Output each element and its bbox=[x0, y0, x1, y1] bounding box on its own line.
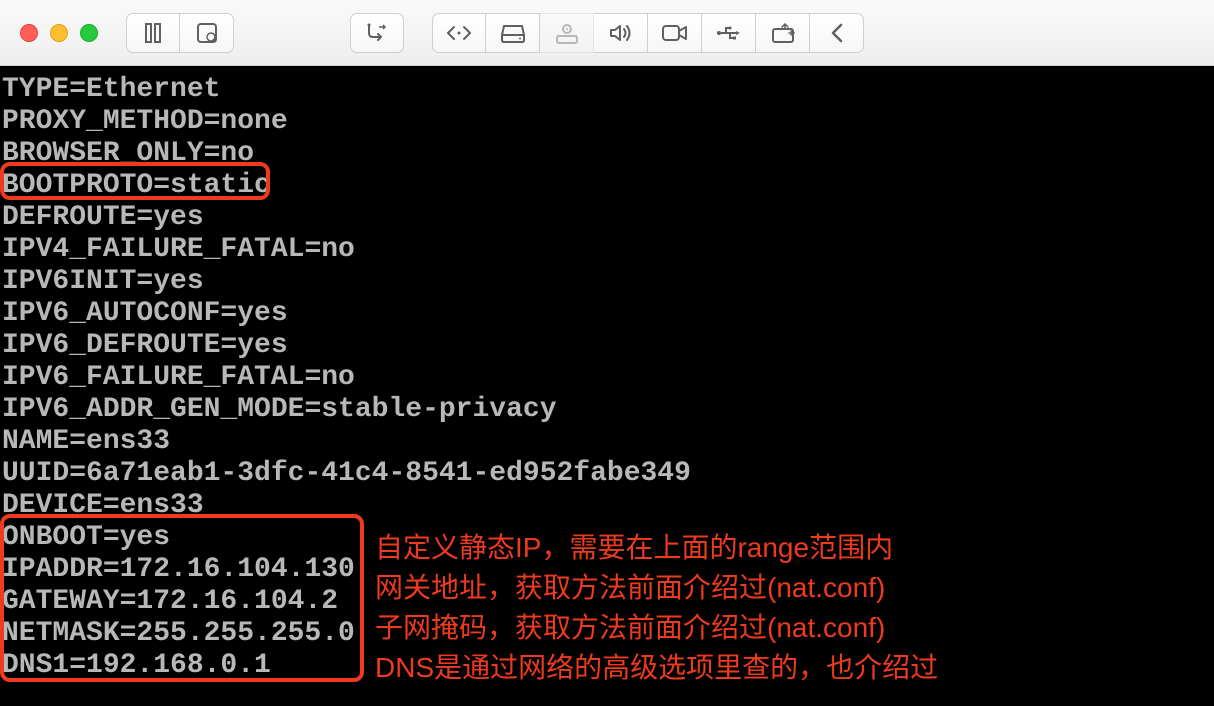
video-camera-button[interactable] bbox=[648, 13, 702, 53]
config-line: IPV6_FAILURE_FATAL=no bbox=[0, 362, 1214, 394]
config-line: DEFROUTE=yes bbox=[0, 202, 1214, 234]
settings-button[interactable] bbox=[350, 13, 404, 53]
maximize-window-button[interactable] bbox=[80, 24, 98, 42]
config-line: TYPE=Ethernet bbox=[0, 74, 1214, 106]
config-line: PROXY_METHOD=none bbox=[0, 106, 1214, 138]
annotation-dns: DNS是通过网络的高级选项里查的，也介绍过 bbox=[375, 648, 938, 688]
vm-controls-group bbox=[126, 13, 234, 53]
annotation-block: 自定义静态IP，需要在上面的range范围内 网关地址，获取方法前面介绍过(na… bbox=[375, 528, 938, 688]
share-button[interactable] bbox=[756, 13, 810, 53]
config-line-bootproto: BOOTPROTO=static bbox=[0, 170, 1214, 202]
config-line: IPV6_DEFROUTE=yes bbox=[0, 330, 1214, 362]
back-button[interactable] bbox=[810, 13, 864, 53]
config-line: UUID=6a71eab1-3dfc-41c4-8541-ed952fabe34… bbox=[0, 458, 1214, 490]
sound-button[interactable] bbox=[594, 13, 648, 53]
config-line: IPV4_FAILURE_FATAL=no bbox=[0, 234, 1214, 266]
config-line: NAME=ens33 bbox=[0, 426, 1214, 458]
close-window-button[interactable] bbox=[20, 24, 38, 42]
pause-button[interactable] bbox=[126, 13, 180, 53]
snapshot-button[interactable] bbox=[180, 13, 234, 53]
config-line: DEVICE=ens33 bbox=[0, 490, 1214, 522]
config-line: IPV6INIT=yes bbox=[0, 266, 1214, 298]
disk-button[interactable] bbox=[486, 13, 540, 53]
annotation-gateway: 网关地址，获取方法前面介绍过(nat.conf) bbox=[375, 568, 938, 608]
device-toolbar-group bbox=[432, 13, 864, 53]
annotation-ipaddr: 自定义静态IP，需要在上面的range范围内 bbox=[375, 528, 938, 568]
terminal-output: TYPE=Ethernet PROXY_METHOD=none BROWSER_… bbox=[0, 66, 1214, 706]
code-button[interactable] bbox=[432, 13, 486, 53]
config-line: IPV6_ADDR_GEN_MODE=stable-privacy bbox=[0, 394, 1214, 426]
window-titlebar bbox=[0, 0, 1214, 66]
annotation-netmask: 子网掩码，获取方法前面介绍过(nat.conf) bbox=[375, 608, 938, 648]
usb-button[interactable] bbox=[702, 13, 756, 53]
window-controls bbox=[20, 24, 98, 42]
camera-disk-button bbox=[540, 13, 594, 53]
config-line: BROWSER_ONLY=no bbox=[0, 138, 1214, 170]
minimize-window-button[interactable] bbox=[50, 24, 68, 42]
config-line: IPV6_AUTOCONF=yes bbox=[0, 298, 1214, 330]
